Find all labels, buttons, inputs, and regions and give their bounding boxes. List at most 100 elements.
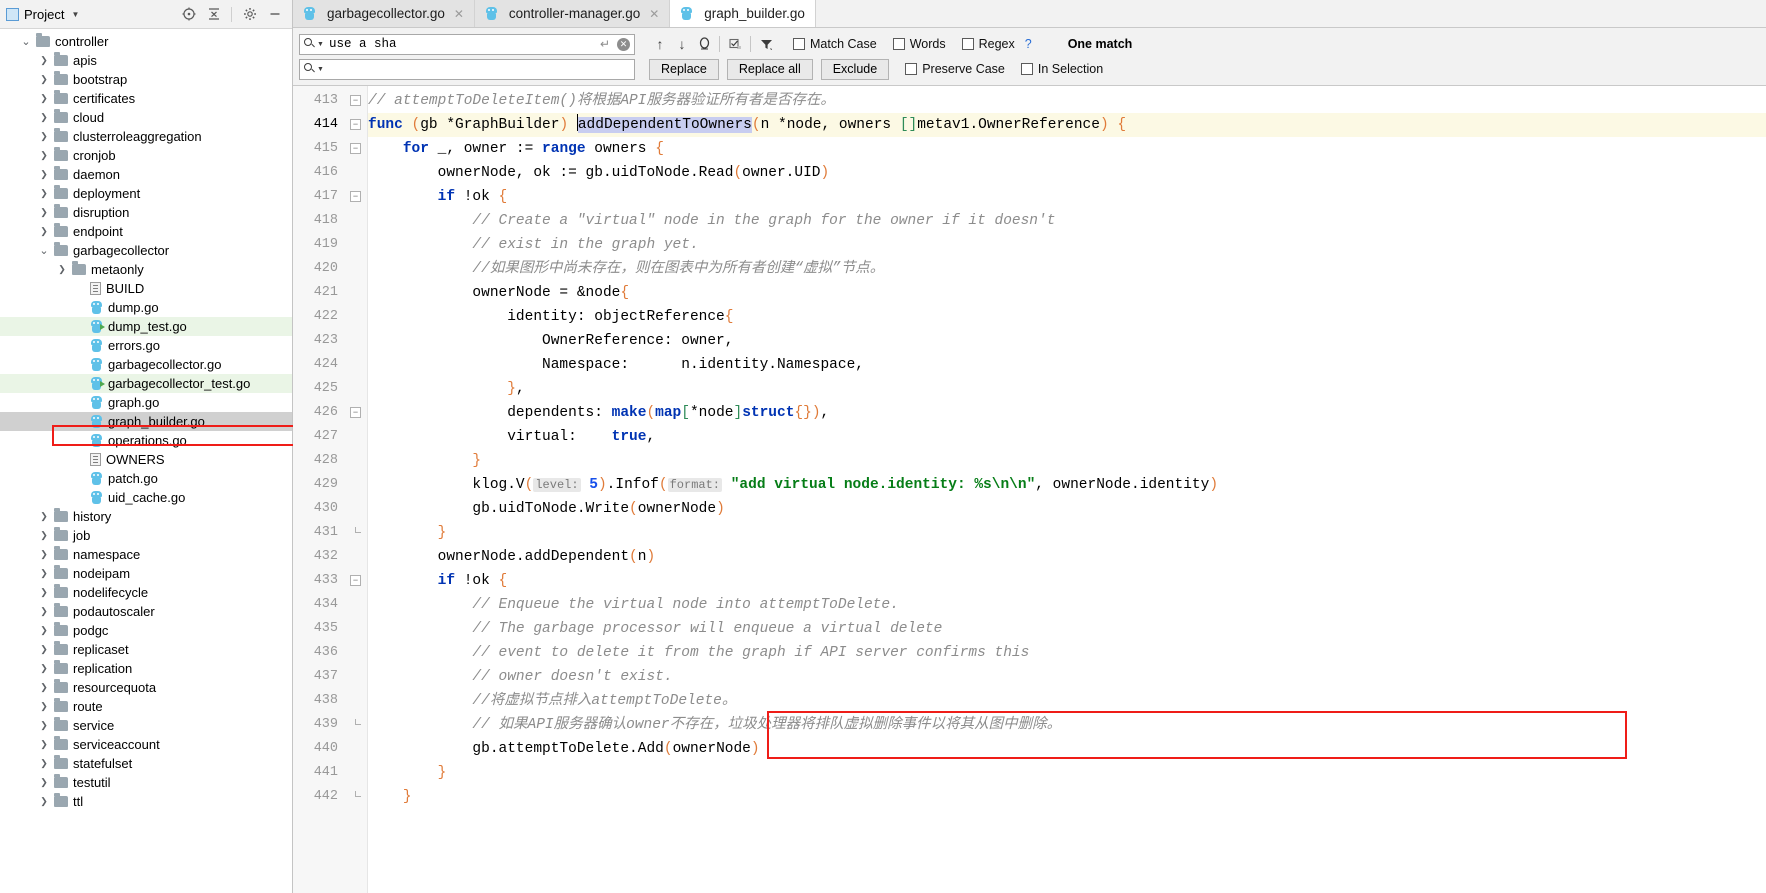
- fold-collapse-icon[interactable]: −: [350, 191, 361, 202]
- fold-marker-cell[interactable]: [345, 281, 367, 305]
- code-line[interactable]: ownerNode = &node{: [368, 281, 1766, 305]
- code-line[interactable]: if !ok {: [368, 185, 1766, 209]
- editor-tab-garbagecollector-go[interactable]: garbagecollector.go ✕: [293, 0, 475, 27]
- fold-marker-cell[interactable]: −: [345, 569, 367, 593]
- tree-item-build[interactable]: · BUILD: [0, 279, 292, 298]
- tree-item-clusterroleaggregation[interactable]: ❯ clusterroleaggregation: [0, 127, 292, 146]
- tree-item-ttl[interactable]: ❯ ttl: [0, 792, 292, 811]
- tree-item-replication[interactable]: ❯ replication: [0, 659, 292, 678]
- chevron-right-icon[interactable]: ❯: [38, 112, 50, 123]
- code-line[interactable]: Namespace: n.identity.Namespace,: [368, 353, 1766, 377]
- fold-marker-cell[interactable]: [345, 353, 367, 377]
- fold-marker-cell[interactable]: [345, 545, 367, 569]
- fold-marker-cell[interactable]: [345, 377, 367, 401]
- regex-checkbox[interactable]: [961, 38, 974, 50]
- code-line[interactable]: // attemptToDeleteItem()将根据API服务器验证所有者是否…: [368, 89, 1766, 113]
- chevron-right-icon[interactable]: ❯: [38, 169, 50, 180]
- fold-marker-cell[interactable]: [345, 737, 367, 761]
- chevron-down-icon[interactable]: ⌄: [38, 245, 50, 256]
- fold-marker-cell[interactable]: [345, 425, 367, 449]
- fold-marker-cell[interactable]: [345, 641, 367, 665]
- fold-marker-cell[interactable]: [345, 521, 367, 545]
- editor-tab-controller-manager-go[interactable]: controller-manager.go ✕: [474, 0, 671, 27]
- code-line[interactable]: },: [368, 377, 1766, 401]
- tree-item-bootstrap[interactable]: ❯ bootstrap: [0, 70, 292, 89]
- find-previous-icon[interactable]: ↑: [649, 34, 671, 54]
- chevron-right-icon[interactable]: ❯: [38, 644, 50, 655]
- code-folding-gutter[interactable]: − − − − − −: [345, 86, 368, 893]
- tree-item-graph-builder-go[interactable]: · graph_builder.go: [0, 412, 292, 431]
- preserve-case-checkbox[interactable]: [905, 63, 918, 75]
- fold-marker-cell[interactable]: [345, 257, 367, 281]
- fold-marker-cell[interactable]: −: [345, 89, 367, 113]
- code-line[interactable]: //将虚拟节点排入attemptToDelete。: [368, 689, 1766, 713]
- code-line[interactable]: OwnerReference: owner,: [368, 329, 1766, 353]
- fold-marker-cell[interactable]: −: [345, 401, 367, 425]
- editor-tab-graph-builder-go[interactable]: graph_builder.go: [670, 0, 816, 27]
- chevron-right-icon[interactable]: ❯: [38, 682, 50, 693]
- tree-item-replicaset[interactable]: ❯ replicaset: [0, 640, 292, 659]
- tree-item-service[interactable]: ❯ service: [0, 716, 292, 735]
- chevron-right-icon[interactable]: ❯: [38, 188, 50, 199]
- chevron-right-icon[interactable]: ❯: [38, 625, 50, 636]
- code-line[interactable]: gb.uidToNode.Write(ownerNode): [368, 497, 1766, 521]
- code-line[interactable]: ownerNode, ok := gb.uidToNode.Read(owner…: [368, 161, 1766, 185]
- fold-marker-cell[interactable]: [345, 497, 367, 521]
- chevron-right-icon[interactable]: ❯: [38, 93, 50, 104]
- fold-marker-cell[interactable]: [345, 593, 367, 617]
- code-line[interactable]: }: [368, 761, 1766, 785]
- fold-marker-cell[interactable]: [345, 617, 367, 641]
- replace-all-button[interactable]: Replace all: [726, 58, 813, 80]
- code-line[interactable]: // The garbage processor will enqueue a …: [368, 617, 1766, 641]
- tree-item-controller[interactable]: ⌄ controller: [0, 32, 292, 51]
- toggle-icon[interactable]: [724, 34, 746, 54]
- chevron-right-icon[interactable]: ❯: [38, 511, 50, 522]
- fold-marker-cell[interactable]: −: [345, 185, 367, 209]
- tree-item-cloud[interactable]: ❯ cloud: [0, 108, 292, 127]
- regex-option[interactable]: Regex: [961, 37, 1015, 51]
- fold-marker-cell[interactable]: [345, 665, 367, 689]
- replace-button[interactable]: Replace: [649, 58, 719, 80]
- fold-marker-cell[interactable]: −: [345, 137, 367, 161]
- in-selection-option[interactable]: In Selection: [1020, 62, 1103, 76]
- code-line[interactable]: }: [368, 449, 1766, 473]
- chevron-right-icon[interactable]: ❯: [38, 606, 50, 617]
- chevron-right-icon[interactable]: ❯: [38, 55, 50, 66]
- fold-collapse-icon[interactable]: −: [350, 407, 361, 418]
- tree-item-metaonly[interactable]: ❯ metaonly: [0, 260, 292, 279]
- code-line[interactable]: // owner doesn't exist.: [368, 665, 1766, 689]
- code-line[interactable]: // Enqueue the virtual node into attempt…: [368, 593, 1766, 617]
- search-input[interactable]: ▼ use a sha ↵ ✕: [299, 33, 635, 55]
- tree-item-route[interactable]: ❯ route: [0, 697, 292, 716]
- project-tool-window-button[interactable]: Project ▼: [6, 7, 79, 22]
- code-line[interactable]: }: [368, 785, 1766, 809]
- search-history-chevron-icon[interactable]: ▼: [317, 41, 324, 48]
- chevron-down-icon[interactable]: ⌄: [20, 36, 32, 47]
- code-line[interactable]: // exist in the graph yet.: [368, 233, 1766, 257]
- fold-marker-cell[interactable]: [345, 329, 367, 353]
- fold-end-icon[interactable]: [350, 719, 361, 730]
- fold-collapse-icon[interactable]: −: [350, 575, 361, 586]
- code-line[interactable]: func (gb *GraphBuilder) addDependentToOw…: [368, 113, 1766, 137]
- chevron-right-icon[interactable]: ❯: [38, 739, 50, 750]
- tree-item-nodelifecycle[interactable]: ❯ nodelifecycle: [0, 583, 292, 602]
- tree-item-serviceaccount[interactable]: ❯ serviceaccount: [0, 735, 292, 754]
- close-tab-icon[interactable]: ✕: [649, 7, 659, 21]
- code-line[interactable]: virtual: true,: [368, 425, 1766, 449]
- tree-item-job[interactable]: ❯ job: [0, 526, 292, 545]
- clear-search-icon[interactable]: ✕: [617, 37, 630, 51]
- match-case-checkbox[interactable]: [793, 38, 805, 50]
- fold-marker-cell[interactable]: [345, 473, 367, 497]
- tree-item-uid-cache-go[interactable]: · uid_cache.go: [0, 488, 292, 507]
- tree-item-garbagecollector[interactable]: ⌄ garbagecollector: [0, 241, 292, 260]
- tree-item-garbagecollector-go[interactable]: · garbagecollector.go: [0, 355, 292, 374]
- replace-history-chevron-icon[interactable]: ▼: [317, 66, 324, 73]
- minimize-icon[interactable]: [267, 7, 282, 22]
- source-code-content[interactable]: // attemptToDeleteItem()将根据API服务器验证所有者是否…: [368, 86, 1766, 893]
- tree-item-graph-go[interactable]: · graph.go: [0, 393, 292, 412]
- filter-icon[interactable]: [755, 34, 777, 54]
- fold-marker-cell[interactable]: [345, 713, 367, 737]
- chevron-right-icon[interactable]: ❯: [38, 777, 50, 788]
- code-line[interactable]: klog.V(level: 5).Infof(format: "add virt…: [368, 473, 1766, 497]
- words-option[interactable]: Words: [892, 37, 946, 51]
